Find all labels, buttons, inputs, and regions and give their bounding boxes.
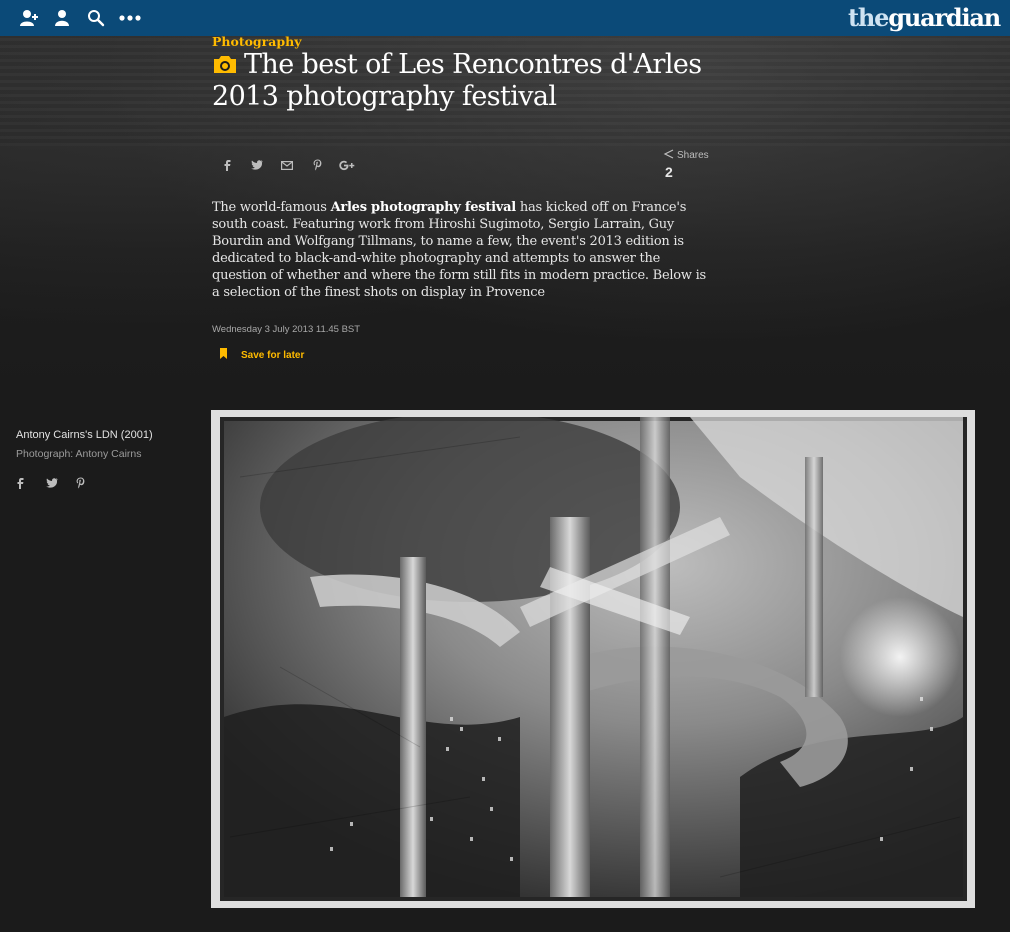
facebook-icon[interactable] bbox=[16, 474, 46, 492]
share-count: Shares 2 bbox=[663, 149, 709, 180]
gallery-image[interactable] bbox=[211, 410, 975, 908]
google-plus-icon[interactable] bbox=[332, 155, 362, 175]
save-for-later-label: Save for later bbox=[241, 349, 305, 361]
arles-festival-link[interactable]: Arles photography festival bbox=[331, 200, 517, 215]
save-for-later-button[interactable]: Save for later bbox=[220, 347, 304, 363]
shares-number: 2 bbox=[665, 164, 673, 180]
share-icon bbox=[663, 149, 674, 162]
bookmark-icon bbox=[220, 348, 227, 362]
publication-date: Wednesday 3 July 2013 11.45 BST bbox=[212, 324, 361, 335]
caption-credit: Photograph: Antony Cairns bbox=[16, 448, 142, 460]
caption-title: Antony Cairns's LDN (2001) bbox=[16, 429, 153, 441]
image-caption: Antony Cairns's LDN (2001) Photograph: A… bbox=[16, 428, 196, 461]
standfirst: The world-famous Arles photography festi… bbox=[212, 200, 706, 300]
more-icon[interactable] bbox=[118, 7, 142, 29]
email-icon[interactable] bbox=[272, 155, 302, 175]
pinterest-icon[interactable] bbox=[76, 474, 106, 492]
article-share-bar bbox=[212, 155, 362, 175]
add-user-icon[interactable] bbox=[18, 7, 40, 29]
guardian-logo[interactable]: theguardian bbox=[848, 3, 1001, 33]
camera-icon bbox=[212, 50, 238, 73]
shares-label: Shares bbox=[677, 150, 709, 161]
headline-text: The best of Les Rencontres d'Arles 2013 … bbox=[212, 49, 702, 112]
section-link[interactable]: Photography bbox=[212, 34, 301, 50]
profile-icon[interactable] bbox=[51, 7, 73, 29]
twitter-icon[interactable] bbox=[242, 155, 272, 175]
search-icon[interactable] bbox=[85, 7, 107, 29]
pinterest-icon[interactable] bbox=[302, 155, 332, 175]
twitter-icon[interactable] bbox=[46, 474, 76, 492]
photo-illustration bbox=[220, 417, 967, 901]
page-title: The best of Les Rencontres d'Arles 2013 … bbox=[212, 49, 732, 113]
top-navigation-bar: theguardian bbox=[0, 0, 1010, 36]
facebook-icon[interactable] bbox=[212, 155, 242, 175]
image-share-bar bbox=[16, 474, 106, 492]
